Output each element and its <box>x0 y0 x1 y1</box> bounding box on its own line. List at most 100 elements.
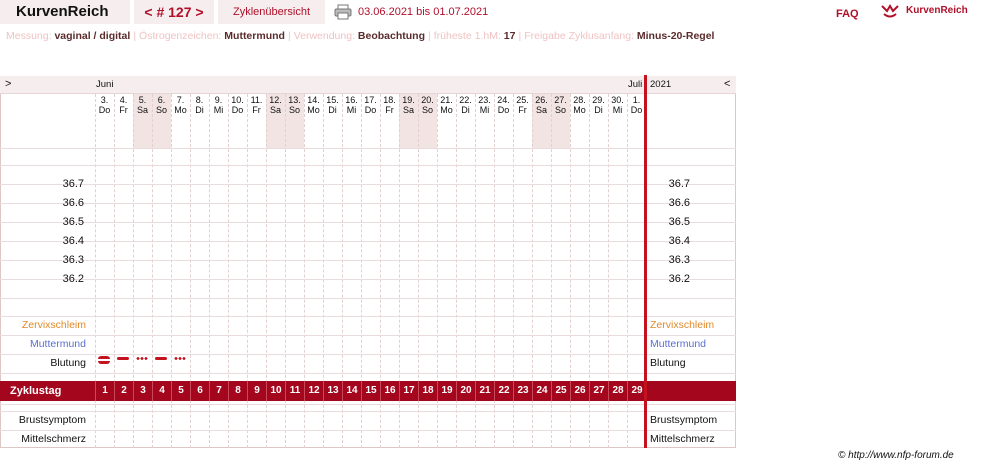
day-header[interactable]: 14. Mo <box>304 95 323 115</box>
settings-key: Östrogenzeichen: <box>139 30 222 42</box>
row-gridline <box>0 222 736 223</box>
day-header[interactable]: 20. So <box>418 95 437 115</box>
temperature-label: 36.6 <box>62 197 84 209</box>
faq-link[interactable]: FAQ <box>836 0 859 28</box>
cycle-day-number[interactable]: 9 <box>247 381 266 401</box>
day-header[interactable]: 25. Fr <box>513 95 532 115</box>
cycle-day-number[interactable]: 14 <box>342 381 361 401</box>
logo-icon[interactable] <box>880 3 900 19</box>
cycle-day-number[interactable]: 5 <box>171 381 190 401</box>
previous-cycle-arrow[interactable]: > <box>5 76 11 92</box>
row-gridline <box>0 260 736 261</box>
day-header[interactable]: 17. Do <box>361 95 380 115</box>
bleeding-mark[interactable] <box>174 357 186 360</box>
cycle-day-number[interactable]: 19 <box>437 381 456 401</box>
cycle-day-number[interactable]: 1 <box>95 381 114 401</box>
cycle-day-number[interactable]: 11 <box>285 381 304 401</box>
day-number: 28. <box>573 95 586 105</box>
day-header[interactable]: 13. So <box>285 95 304 115</box>
row-gridline <box>0 148 736 149</box>
cycle-day-number[interactable]: 6 <box>190 381 209 401</box>
bleeding-mark[interactable] <box>117 357 129 360</box>
temperature-label-right: 36.4 <box>668 235 690 247</box>
cycle-day-number[interactable]: 21 <box>475 381 494 401</box>
cycle-day-number[interactable]: 24 <box>532 381 551 401</box>
day-number: 19. <box>402 95 415 105</box>
day-number: 30. <box>611 95 624 105</box>
weekday: Fr <box>119 105 128 115</box>
cycle-navigator[interactable]: < # 127 > <box>134 0 214 24</box>
cycle-day-number[interactable]: 3 <box>133 381 152 401</box>
temperature-label-right: 36.6 <box>668 197 690 209</box>
cycle-day-number[interactable]: 22 <box>494 381 513 401</box>
brand-title[interactable]: KurvenReich <box>0 0 130 24</box>
cycle-day-number[interactable]: 26 <box>570 381 589 401</box>
bleeding-mark[interactable] <box>98 356 110 364</box>
day-header[interactable]: 15. Di <box>323 95 342 115</box>
cycle-day-number[interactable]: 18 <box>418 381 437 401</box>
day-number: 18. <box>383 95 396 105</box>
day-header[interactable]: 29. Di <box>589 95 608 115</box>
weekday: Mi <box>213 105 224 115</box>
settings-value: vaginal / digital <box>54 30 131 42</box>
day-header[interactable]: 5. Sa <box>133 95 152 115</box>
day-header[interactable]: 28. Mo <box>570 95 589 115</box>
day-number: 26. <box>535 95 548 105</box>
cycle-day-number[interactable]: 7 <box>209 381 228 401</box>
cycle-day-number[interactable]: 27 <box>589 381 608 401</box>
next-cycle-arrow[interactable]: < <box>724 76 730 92</box>
day-number: 3. <box>100 95 109 105</box>
day-header[interactable]: 16. Mi <box>342 95 361 115</box>
row-label-bleeding-right: Blutung <box>650 357 686 369</box>
cycle-day-number[interactable]: 28 <box>608 381 627 401</box>
cycle-day-number[interactable]: 12 <box>304 381 323 401</box>
day-header[interactable]: 4. Fr <box>114 95 133 115</box>
day-header[interactable]: 23. Mi <box>475 95 494 115</box>
day-header[interactable]: 24. Do <box>494 95 513 115</box>
day-header[interactable]: 10. Do <box>228 95 247 115</box>
settings-value: 17 <box>503 30 516 42</box>
temperature-label: 36.3 <box>62 254 84 266</box>
day-header[interactable]: 9. Mi <box>209 95 228 115</box>
cycle-day-number[interactable]: 16 <box>380 381 399 401</box>
bleeding-mark[interactable] <box>136 357 148 360</box>
day-header[interactable]: 6. So <box>152 95 171 115</box>
day-header[interactable]: 19. Sa <box>399 95 418 115</box>
day-header[interactable]: 27. So <box>551 95 570 115</box>
day-header[interactable]: 11. Fr <box>247 95 266 115</box>
day-header[interactable]: 3. Do <box>95 95 114 115</box>
day-header[interactable]: 30. Mi <box>608 95 627 115</box>
cycle-day-number[interactable]: 8 <box>228 381 247 401</box>
bleeding-mark[interactable] <box>155 357 167 360</box>
day-number: 13. <box>288 95 301 105</box>
cycle-overview-link[interactable]: Zyklenübersicht <box>218 0 325 24</box>
weekday: So <box>155 105 167 115</box>
settings-value: Muttermund <box>224 30 285 42</box>
day-number: 6. <box>157 95 166 105</box>
cycle-day-number[interactable]: 15 <box>361 381 380 401</box>
day-header[interactable]: 22. Di <box>456 95 475 115</box>
cycle-day-number[interactable]: 17 <box>399 381 418 401</box>
printer-icon[interactable] <box>334 4 352 20</box>
cycle-day-number[interactable]: 13 <box>323 381 342 401</box>
cycle-day-number[interactable]: 10 <box>266 381 285 401</box>
cycle-day-label: Zyklustag <box>10 385 62 397</box>
weekday: Do <box>231 105 244 115</box>
cycle-day-number[interactable]: 4 <box>152 381 171 401</box>
temperature-label-right: 36.7 <box>668 178 690 190</box>
day-header[interactable]: 18. Fr <box>380 95 399 115</box>
day-header[interactable]: 12. Sa <box>266 95 285 115</box>
day-header[interactable]: 7. Mo <box>171 95 190 115</box>
cycle-day-number[interactable]: 20 <box>456 381 475 401</box>
day-header[interactable]: 8. Di <box>190 95 209 115</box>
day-header[interactable]: 21. Mo <box>437 95 456 115</box>
cycle-day-number[interactable]: 23 <box>513 381 532 401</box>
row-label-cervical-mucus: Zervixschleim <box>21 319 86 331</box>
weekday: Mo <box>174 105 187 115</box>
day-header[interactable]: 26. Sa <box>532 95 551 115</box>
day-number: 12. <box>269 95 282 105</box>
cycle-day-number[interactable]: 2 <box>114 381 133 401</box>
weekday: Fr <box>252 105 261 115</box>
cycle-day-number[interactable]: 25 <box>551 381 570 401</box>
logo-text[interactable]: KurvenReich <box>906 0 968 22</box>
